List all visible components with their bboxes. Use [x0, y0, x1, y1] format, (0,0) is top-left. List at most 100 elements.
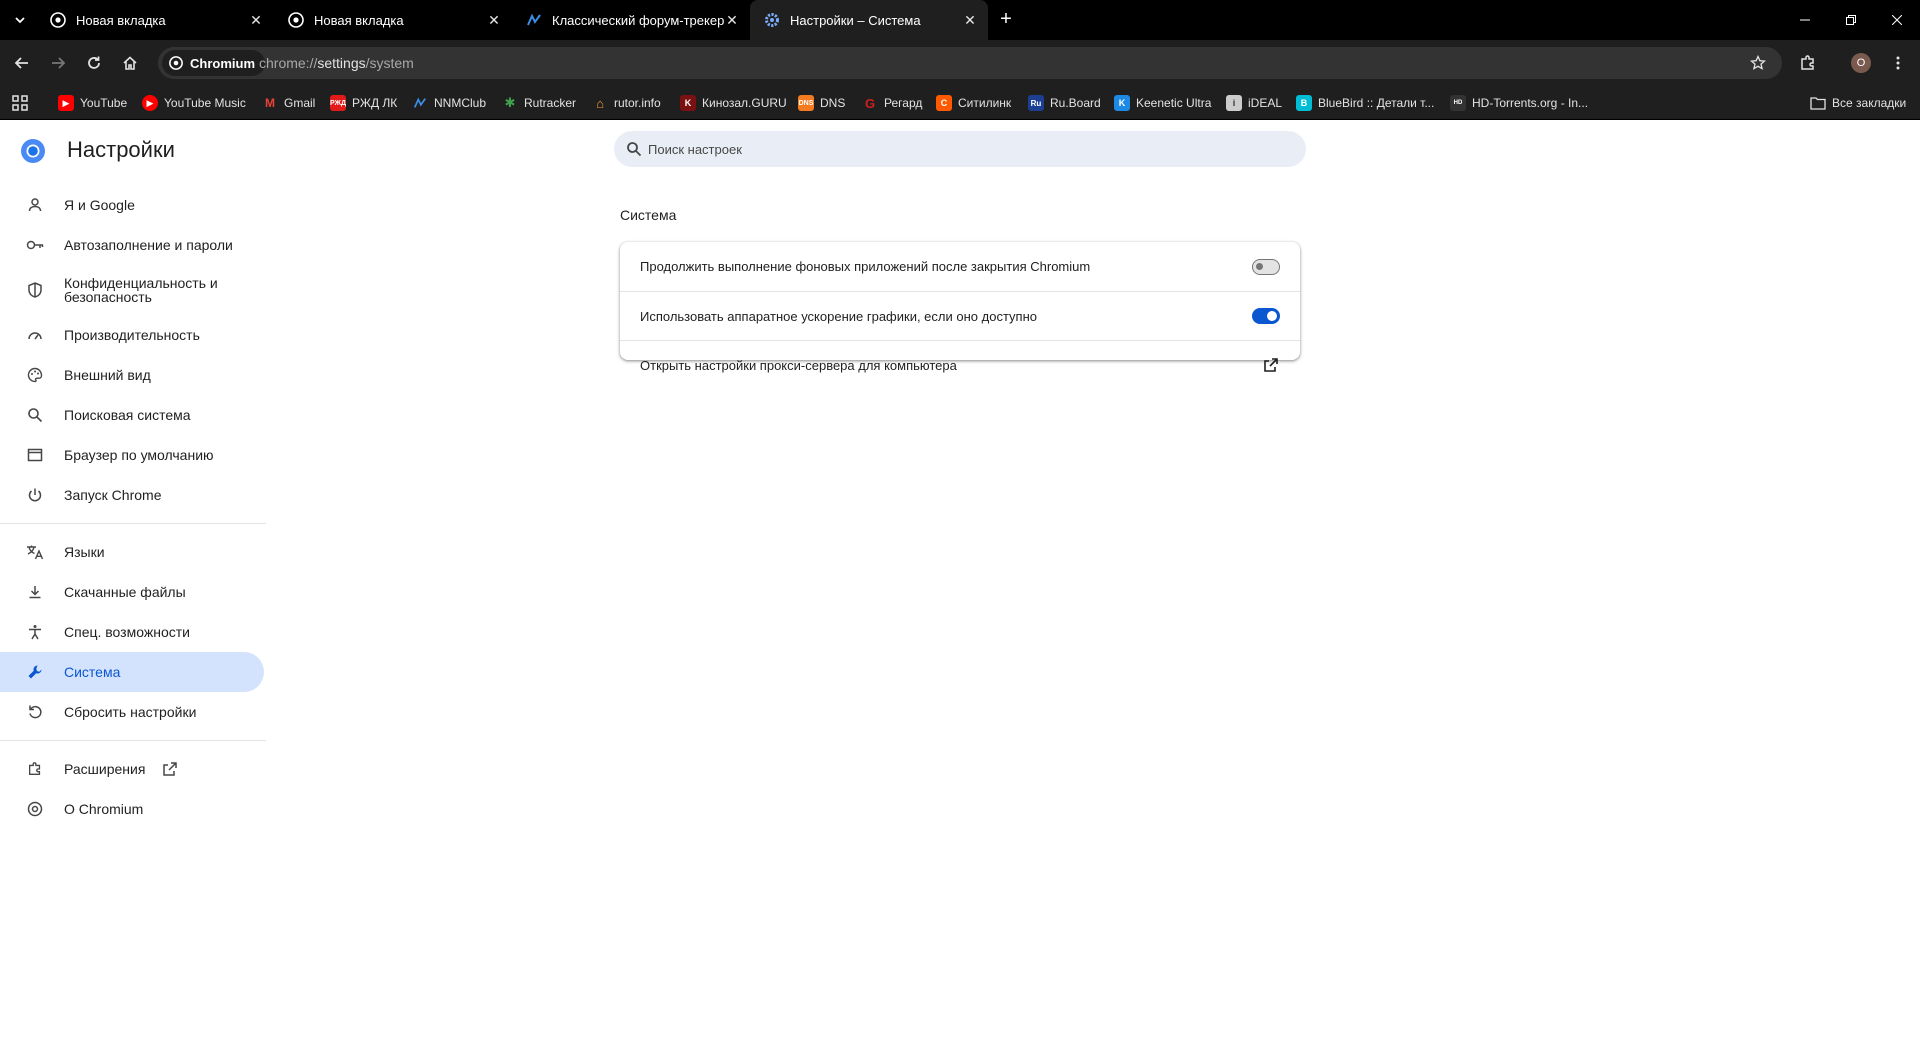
ideal-icon: i — [1226, 95, 1242, 111]
person-icon — [26, 196, 44, 214]
new-tab-button[interactable]: + — [994, 8, 1018, 32]
nav-item-label: О Chromium — [64, 801, 144, 817]
url-host: settings — [317, 55, 366, 71]
bookmark-dns[interactable]: DNS DNS — [798, 94, 845, 112]
nav-item-label: Автозаполнение и пароли — [64, 237, 233, 253]
home-button[interactable] — [116, 49, 144, 77]
bookmark-rutor[interactable]: ⌂ rutor.info — [592, 94, 661, 112]
puzzle-icon — [1801, 55, 1814, 70]
nav-divider — [0, 523, 266, 524]
nav-item-label: Конфиденциальность и безопасность — [64, 275, 218, 305]
extensions-button[interactable] — [1794, 49, 1822, 77]
tab-search-button[interactable] — [8, 9, 32, 31]
nav-item-you-and-google[interactable]: Я и Google — [0, 185, 264, 225]
nav-item-label: Производительность — [64, 327, 200, 343]
search-input[interactable] — [648, 131, 1288, 167]
forward-button[interactable] — [44, 49, 72, 77]
menu-button[interactable] — [1884, 49, 1912, 77]
tab-3[interactable]: Классический форум-трекер : ✕ — [512, 0, 750, 40]
rutracker-icon: ✱ — [504, 95, 516, 110]
url-path: /system — [365, 55, 414, 71]
bookmark-label: Rutracker — [524, 96, 577, 110]
nav-item-system[interactable]: Система — [0, 652, 264, 692]
nav-item-reset[interactable]: Сбросить настройки — [0, 692, 264, 732]
close-icon[interactable]: ✕ — [248, 12, 264, 28]
speedometer-icon — [26, 326, 44, 344]
setting-label: Открыть настройки прокси-сервера для ком… — [640, 357, 957, 373]
bookmark-label: iDEAL — [1248, 96, 1283, 110]
bookmark-regard[interactable]: G Регард — [862, 94, 922, 112]
bookmark-ruboard[interactable]: Ru Ru.Board — [1028, 94, 1101, 112]
nav-item-extensions[interactable]: Расширения — [0, 749, 264, 789]
nav-item-downloads[interactable]: Скачанные файлы — [0, 572, 264, 612]
browser-window-icon — [26, 446, 44, 464]
bookmark-youtube-music[interactable]: ▶ YouTube Music — [142, 94, 246, 112]
nav-item-privacy[interactable]: Конфиденциальность и безопасность — [0, 265, 264, 315]
nav-item-label: Поисковая система — [64, 407, 191, 423]
tab-2[interactable]: Новая вкладка ✕ — [274, 0, 512, 40]
all-bookmarks-button[interactable]: Все закладки — [1810, 94, 1906, 112]
bookmark-rutracker[interactable]: ✱ Rutracker — [502, 94, 576, 112]
kinozal-icon: K — [680, 95, 696, 111]
tab-4-active[interactable]: Настройки – Система ✕ — [750, 0, 988, 40]
nav-item-about[interactable]: О Chromium — [0, 789, 264, 829]
nav-item-autofill[interactable]: Автозаполнение и пароли — [0, 225, 264, 265]
minimize-icon — [1800, 19, 1810, 21]
ruboard-icon: Ru — [1028, 95, 1044, 111]
tab-1[interactable]: Новая вкладка ✕ — [36, 0, 274, 40]
nav-item-label: Система — [64, 664, 121, 680]
profile-avatar[interactable]: O — [1851, 53, 1871, 73]
bookmark-bluebird[interactable]: B BlueBird :: Детали т... — [1296, 94, 1434, 112]
tab-title: Настройки – Система — [790, 12, 921, 28]
site-chip[interactable]: Chromium — [162, 50, 265, 76]
setting-row-hardware-acceleration[interactable]: Использовать аппаратное ускорение график… — [620, 291, 1300, 340]
back-button[interactable] — [8, 49, 36, 77]
bookmark-label: Gmail — [284, 96, 316, 110]
settings-search[interactable] — [614, 131, 1306, 167]
close-icon — [1892, 15, 1902, 25]
close-icon[interactable]: ✕ — [962, 12, 978, 28]
close-icon[interactable]: ✕ — [724, 12, 740, 28]
bookmark-kinozal[interactable]: K Кинозал.GURU — [680, 94, 787, 112]
bookmark-gmail[interactable]: M Gmail — [262, 94, 315, 112]
bookmarks-bar: ▶ YouTube ▶ YouTube Music M Gmail РЖД РЖД ЛК… — [0, 86, 1920, 120]
nav-item-languages[interactable]: Языки — [0, 532, 264, 572]
url-scheme: chrome:// — [259, 55, 318, 71]
bookmark-nnmclub[interactable]: NNMClub — [412, 94, 486, 112]
bookmark-star-button[interactable] — [1746, 51, 1770, 75]
external-link-icon[interactable] — [1262, 356, 1280, 374]
setting-row-proxy[interactable]: Открыть настройки прокси-сервера для ком… — [620, 340, 1300, 389]
setting-row-background-apps[interactable]: Продолжить выполнение фоновых приложений… — [620, 242, 1300, 291]
gmail-icon: M — [265, 96, 275, 110]
nav-item-appearance[interactable]: Внешний вид — [0, 355, 264, 395]
youtube-music-icon: ▶ — [142, 95, 158, 111]
window-close-button[interactable] — [1874, 0, 1920, 40]
accessibility-icon — [26, 623, 44, 641]
nnmclub-icon — [526, 12, 542, 28]
nav-item-performance[interactable]: Производительность — [0, 315, 264, 355]
system-settings-card: Продолжить выполнение фоновых приложений… — [620, 242, 1300, 373]
hardware-acceleration-toggle[interactable] — [1252, 308, 1280, 324]
bookmark-youtube[interactable]: ▶ YouTube — [58, 94, 127, 112]
settings-sidebar: Я и Google Автозаполнение и пароли Конфи… — [0, 185, 266, 829]
nav-item-on-startup[interactable]: Запуск Chrome — [0, 475, 264, 515]
bluebird-icon: B — [1296, 95, 1312, 111]
bookmark-citilink[interactable]: C Ситилинк — [936, 94, 1011, 112]
reload-button[interactable] — [80, 49, 108, 77]
nav-item-search-engine[interactable]: Поисковая система — [0, 395, 264, 435]
nav-item-default-browser[interactable]: Браузер по умолчанию — [0, 435, 264, 475]
background-apps-toggle[interactable] — [1252, 258, 1280, 275]
minimize-button[interactable] — [1782, 0, 1828, 40]
bookmark-rzd[interactable]: РЖД РЖД ЛК — [330, 94, 397, 112]
bookmark-keenetic[interactable]: K Keenetic Ultra — [1114, 94, 1211, 112]
chromium-logo-icon — [21, 139, 45, 163]
bookmark-hdtorrents[interactable]: HD HD-Torrents.org - In... — [1450, 94, 1588, 112]
apps-grid-icon[interactable] — [11, 94, 29, 112]
section-title: Система — [620, 207, 677, 223]
url-text[interactable]: chrome://settings/system — [259, 55, 414, 71]
restore-button[interactable] — [1828, 0, 1874, 40]
toggle-knob — [1256, 262, 1263, 270]
close-icon[interactable]: ✕ — [486, 12, 502, 28]
bookmark-ideal[interactable]: i iDEAL — [1226, 94, 1282, 112]
nav-item-accessibility[interactable]: Спец. возможности — [0, 612, 264, 652]
